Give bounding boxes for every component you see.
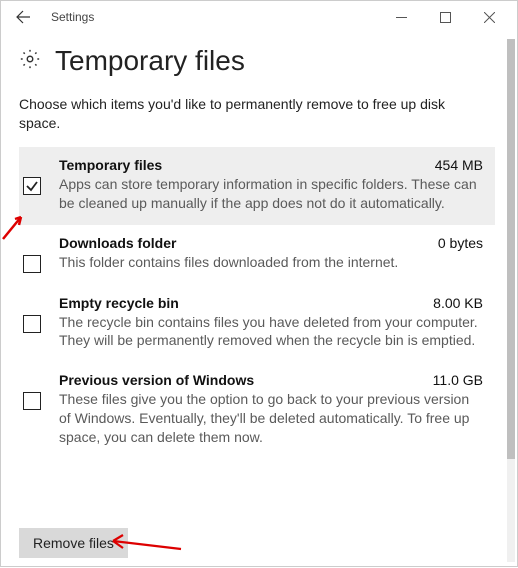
item-desc: The recycle bin contains files you have …	[59, 313, 483, 351]
maximize-icon	[440, 12, 451, 23]
item-size: 0 bytes	[438, 235, 483, 251]
titlebar: Settings	[1, 1, 517, 33]
scroll-thumb[interactable]	[507, 39, 515, 459]
content-area: Temporary files Choose which items you'd…	[1, 33, 517, 568]
arrow-left-icon	[15, 9, 31, 25]
window-title: Settings	[51, 10, 94, 24]
item-title: Downloads folder	[59, 235, 176, 251]
remove-files-button[interactable]: Remove files	[19, 528, 128, 558]
item-downloads-folder[interactable]: Downloads folder 0 bytes This folder con…	[19, 225, 495, 285]
item-title: Temporary files	[59, 157, 162, 173]
checkbox-recycle-bin[interactable]	[23, 315, 41, 333]
item-desc: This folder contains files downloaded fr…	[59, 253, 483, 272]
item-title: Empty recycle bin	[59, 295, 179, 311]
item-size: 8.00 KB	[433, 295, 483, 311]
close-button[interactable]	[467, 3, 511, 31]
minimize-button[interactable]	[379, 3, 423, 31]
item-title: Previous version of Windows	[59, 372, 254, 388]
checkbox-temporary-files[interactable]	[23, 177, 41, 195]
checkbox-previous-windows[interactable]	[23, 392, 41, 410]
items-list: Temporary files 454 MB Apps can store te…	[19, 147, 495, 459]
page-title: Temporary files	[55, 45, 245, 77]
item-temporary-files[interactable]: Temporary files 454 MB Apps can store te…	[19, 147, 495, 225]
gear-icon	[19, 48, 41, 75]
intro-text: Choose which items you'd like to permane…	[19, 95, 495, 133]
item-desc: These files give you the option to go ba…	[59, 390, 483, 447]
back-button[interactable]	[11, 5, 35, 29]
close-icon	[484, 12, 495, 23]
item-empty-recycle-bin[interactable]: Empty recycle bin 8.00 KB The recycle bi…	[19, 285, 495, 363]
checkbox-downloads[interactable]	[23, 255, 41, 273]
item-size: 454 MB	[435, 157, 483, 173]
item-desc: Apps can store temporary information in …	[59, 175, 483, 213]
minimize-icon	[396, 12, 407, 23]
maximize-button[interactable]	[423, 3, 467, 31]
item-previous-windows[interactable]: Previous version of Windows 11.0 GB Thes…	[19, 362, 495, 459]
scrollbar[interactable]	[505, 33, 515, 568]
item-size: 11.0 GB	[433, 372, 483, 388]
